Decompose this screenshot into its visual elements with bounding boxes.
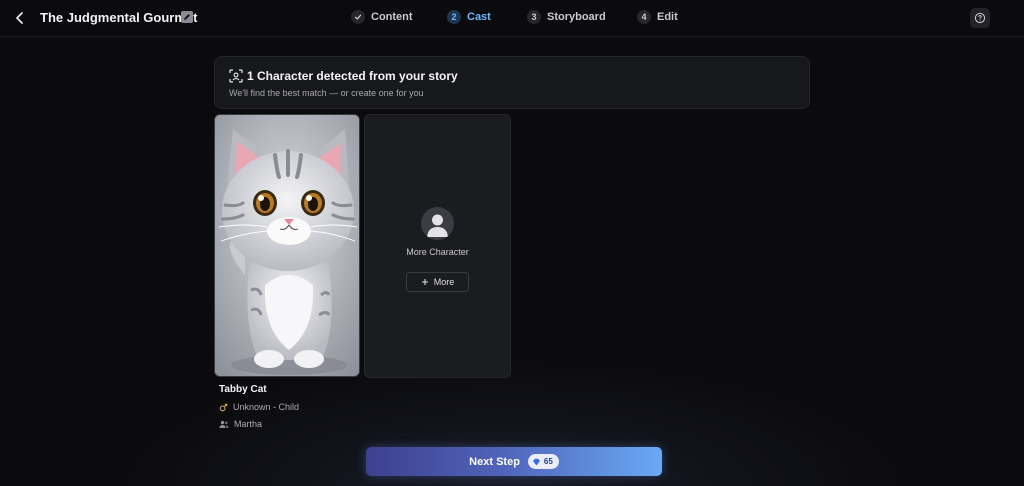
step-edit[interactable]: 4 Edit: [637, 10, 678, 24]
credit-count: 65: [543, 457, 553, 466]
character-type: Unknown - Child: [233, 402, 300, 412]
banner-title: 1 Character detected from your story: [247, 69, 458, 83]
help-button[interactable]: [970, 8, 990, 28]
more-character-label: More Character: [406, 247, 469, 257]
avatar-placeholder-icon: [421, 207, 454, 240]
step-label: Storyboard: [547, 11, 606, 23]
plus-icon: [421, 279, 428, 285]
detection-banner: 1 Character detected from your story We'…: [214, 56, 810, 109]
gender-icon: [219, 403, 228, 411]
character-card[interactable]: [214, 114, 360, 377]
step-number: 2: [447, 10, 461, 24]
step-content[interactable]: Content: [351, 10, 413, 24]
next-step-label: Next Step: [469, 455, 520, 468]
step-label: Edit: [657, 11, 678, 23]
credit-badge: 65: [527, 454, 559, 469]
question-circle-icon: [974, 12, 986, 24]
character-owner-row: Martha: [219, 419, 262, 429]
character-owner: Martha: [234, 419, 263, 429]
step-label: Content: [371, 11, 413, 23]
gem-icon: [532, 458, 540, 465]
more-character-card: More Character More: [364, 114, 511, 378]
character-name: Tabby Cat: [219, 384, 267, 395]
banner-subtitle: We'll find the best match — or create on…: [229, 88, 424, 98]
tabby-cat-image: [215, 115, 359, 376]
more-button-label: More: [433, 277, 455, 287]
check-icon: [351, 10, 365, 24]
step-number: 4: [637, 10, 651, 24]
step-nav: Content 2 Cast 3 Storyboard 4 Edit: [0, 0, 1024, 36]
scan-face-icon: [229, 69, 243, 83]
step-storyboard[interactable]: 3 Storyboard: [527, 10, 606, 24]
step-label: Cast: [467, 11, 491, 23]
character-type-row: Unknown - Child: [219, 402, 299, 412]
more-button[interactable]: More: [406, 272, 469, 292]
step-cast[interactable]: 2 Cast: [447, 10, 491, 24]
step-number: 3: [527, 10, 541, 24]
top-bar: The Judgmental Gourmet Content 2 Cast 3 …: [0, 0, 1024, 37]
users-icon: [219, 420, 229, 428]
next-step-button[interactable]: Next Step 65: [366, 447, 662, 476]
